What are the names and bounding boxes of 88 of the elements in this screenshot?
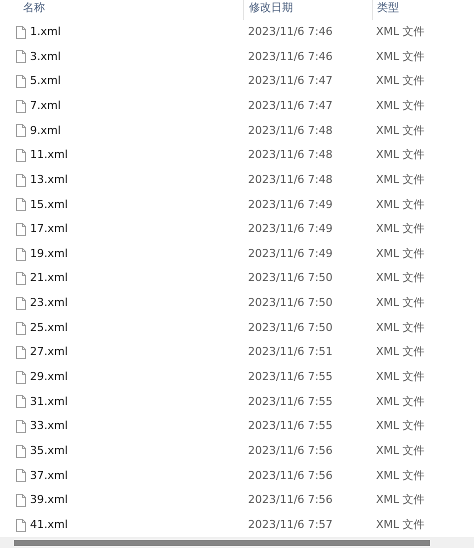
modified-date: 2023/11/6 7:48 xyxy=(248,172,333,186)
file-name[interactable]: 37.xml xyxy=(30,468,68,484)
file-type: XML 文件 xyxy=(376,468,425,482)
file-name[interactable]: 21.xml xyxy=(30,270,68,287)
file-type: XML 文件 xyxy=(376,148,425,162)
file-type: XML 文件 xyxy=(376,271,425,284)
file-icon xyxy=(16,346,26,360)
column-header[interactable]: 名称 xyxy=(23,1,45,14)
column-header[interactable]: 修改日期 xyxy=(249,1,293,14)
modified-date: 2023/11/6 7:46 xyxy=(248,50,333,63)
file-type: XML 文件 xyxy=(376,172,425,186)
modified-date: 2023/11/6 7:55 xyxy=(248,419,333,432)
file-name[interactable]: 17.xml xyxy=(30,221,68,238)
modified-date: 2023/11/6 7:47 xyxy=(248,74,333,88)
modified-date: 2023/11/6 7:49 xyxy=(248,198,333,211)
modified-date: 2023/11/6 7:55 xyxy=(248,394,333,408)
file-name[interactable]: 19.xml xyxy=(30,246,68,262)
column-header[interactable]: 类型 xyxy=(377,1,399,14)
file-name[interactable]: 35.xml xyxy=(30,442,68,460)
file-type: XML 文件 xyxy=(376,98,425,112)
file-type: XML 文件 xyxy=(376,198,425,211)
file-type: XML 文件 xyxy=(376,74,425,88)
modified-date: 2023/11/6 7:50 xyxy=(248,271,333,284)
file-name[interactable]: 5.xml xyxy=(30,73,61,90)
file-icon xyxy=(16,469,26,482)
file-type: XML 文件 xyxy=(376,50,425,63)
file-type: XML 文件 xyxy=(376,518,425,531)
modified-date: 2023/11/6 7:49 xyxy=(248,246,333,260)
file-type: XML 文件 xyxy=(376,419,425,432)
file-icon xyxy=(16,248,26,261)
file-type: XML 文件 xyxy=(376,296,425,310)
file-icon xyxy=(16,50,26,64)
file-type: XML 文件 xyxy=(376,345,425,358)
file-icon xyxy=(16,100,26,113)
file-name[interactable]: 41.xml xyxy=(30,516,68,534)
modified-date: 2023/11/6 7:55 xyxy=(248,370,333,384)
file-name[interactable]: 27.xml xyxy=(30,344,68,361)
file-icon xyxy=(16,198,26,212)
file-icon xyxy=(16,149,26,162)
file-icon xyxy=(16,395,26,408)
modified-date: 2023/11/6 7:56 xyxy=(248,468,333,482)
modified-date: 2023/11/6 7:50 xyxy=(248,320,333,334)
scrollbar-thumb[interactable] xyxy=(14,540,430,546)
file-icon xyxy=(16,296,26,310)
file-name[interactable]: 25.xml xyxy=(30,320,68,336)
file-icon xyxy=(16,518,26,532)
file-type: XML 文件 xyxy=(376,124,425,137)
file-type: XML 文件 xyxy=(376,444,425,457)
file-icon xyxy=(16,322,26,334)
file-icon xyxy=(16,444,26,458)
file-type: XML 文件 xyxy=(376,25,425,38)
file-icon xyxy=(16,494,26,507)
modified-date: 2023/11/6 7:49 xyxy=(248,222,333,236)
file-icon xyxy=(16,370,26,384)
file-type: XML 文件 xyxy=(376,246,425,260)
modified-date: 2023/11/6 7:48 xyxy=(248,148,333,162)
modified-date: 2023/11/6 7:56 xyxy=(248,444,333,457)
file-name[interactable]: 29.xml xyxy=(30,369,68,386)
file-name[interactable]: 13.xml xyxy=(30,172,68,188)
modified-date: 2023/11/6 7:47 xyxy=(248,98,333,112)
file-name[interactable]: 1.xml xyxy=(30,24,61,41)
file-icon xyxy=(16,124,26,138)
file-icon xyxy=(16,222,26,236)
file-name[interactable]: 31.xml xyxy=(30,394,68,410)
modified-date: 2023/11/6 7:56 xyxy=(248,493,333,506)
file-icon xyxy=(16,174,26,187)
file-name[interactable]: 11.xml xyxy=(30,147,68,164)
modified-date: 2023/11/6 7:46 xyxy=(248,25,333,38)
file-name[interactable]: 15.xml xyxy=(30,196,68,214)
file-icon xyxy=(16,272,26,286)
modified-date: 2023/11/6 7:51 xyxy=(248,345,333,358)
file-name[interactable]: 9.xml xyxy=(30,122,61,140)
file-name[interactable]: 7.xml xyxy=(30,98,61,114)
file-name[interactable]: 3.xml xyxy=(30,48,61,66)
file-type: XML 文件 xyxy=(376,320,425,334)
file-icon xyxy=(16,75,26,88)
file-type: XML 文件 xyxy=(376,222,425,236)
file-name[interactable]: 39.xml xyxy=(30,492,68,509)
file-type: XML 文件 xyxy=(376,370,425,384)
file-name[interactable]: 23.xml xyxy=(30,295,68,312)
file-type: XML 文件 xyxy=(376,493,425,506)
modified-date: 2023/11/6 7:48 xyxy=(248,124,333,137)
modified-date: 2023/11/6 7:50 xyxy=(248,296,333,310)
file-icon xyxy=(16,26,26,39)
file-type: XML 文件 xyxy=(376,394,425,408)
file-name[interactable]: 33.xml xyxy=(30,418,68,435)
file-icon xyxy=(16,420,26,434)
modified-date: 2023/11/6 7:57 xyxy=(248,518,333,531)
